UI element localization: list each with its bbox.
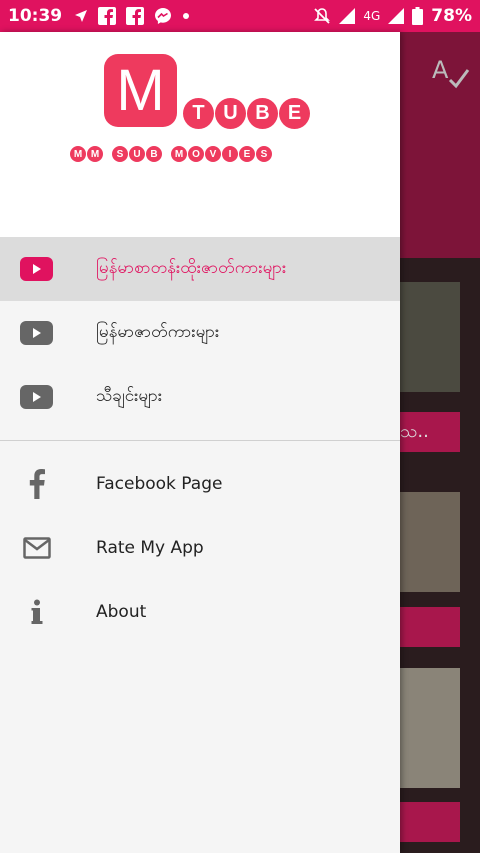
background-card[interactable] <box>400 492 460 592</box>
background-card-title[interactable] <box>400 802 460 842</box>
tagline-letter: E <box>239 146 255 162</box>
mail-icon <box>20 536 53 560</box>
signal-icon <box>339 8 356 24</box>
logo-tagline: M M S U B M O V I E S <box>70 146 272 162</box>
youtube-icon <box>20 257 53 281</box>
logo-letter: U <box>215 98 246 129</box>
menu-item-label: Rate My App <box>96 538 204 558</box>
notification-dot-icon <box>182 12 190 20</box>
facebook-icon <box>20 469 53 499</box>
menu-item-facebook-page[interactable]: Facebook Page <box>0 452 400 516</box>
do-not-disturb-icon <box>313 7 331 25</box>
menu-item-label: About <box>96 602 147 622</box>
tagline-letter: S <box>112 146 128 162</box>
tagline-letter: B <box>146 146 162 162</box>
logo-letter: T <box>183 98 214 129</box>
tagline-letter: M <box>171 146 187 162</box>
navigation-icon <box>74 9 88 23</box>
menu-item-label: သီချင်းများ <box>96 385 163 406</box>
status-bar: 10:39 4G 78% <box>0 0 480 32</box>
tagline-letter: O <box>188 146 204 162</box>
navigation-drawer: M T U B E M M S U B M O V I E S မြန်မာစာ… <box>0 32 400 853</box>
tagline-letter: V <box>205 146 221 162</box>
menu-item-label: Facebook Page <box>96 474 223 494</box>
info-icon <box>20 599 53 624</box>
menu-item-about[interactable]: About <box>0 580 400 644</box>
status-time: 10:39 <box>8 6 63 26</box>
tagline-letter: U <box>129 146 145 162</box>
youtube-icon <box>20 385 53 409</box>
menu-item-myanmar-subtitled-movies[interactable]: မြန်မာစာတန်းထိုးဇာတ်ကားများ <box>0 237 400 301</box>
youtube-icon <box>20 321 53 345</box>
background-app: A သ.. <box>400 32 480 853</box>
background-card[interactable] <box>400 282 460 392</box>
signal-icon-2 <box>388 8 405 24</box>
background-card-title[interactable] <box>400 607 460 647</box>
text-format-icon[interactable]: A <box>430 52 470 96</box>
battery-icon <box>412 7 424 25</box>
menu-divider <box>0 440 400 441</box>
background-toolbar: A <box>400 32 480 258</box>
facebook-notification-icon-2 <box>126 7 145 25</box>
menu-item-label: မြန်မာဇာတ်ကားများ <box>96 321 220 342</box>
background-card[interactable] <box>400 668 460 788</box>
logo-m-mark: M <box>104 54 177 127</box>
menu-item-rate-my-app[interactable]: Rate My App <box>0 516 400 580</box>
menu-item-myanmar-movies[interactable]: မြန်မာဇာတ်ကားများ <box>0 301 400 365</box>
drawer-header: M T U B E M M S U B M O V I E S <box>0 32 400 237</box>
tagline-letter: M <box>70 146 86 162</box>
menu-item-songs[interactable]: သီချင်းများ <box>0 365 400 429</box>
messenger-icon <box>154 7 172 25</box>
tagline-letter: M <box>87 146 103 162</box>
tagline-letter: S <box>256 146 272 162</box>
battery-percent: 78% <box>431 6 472 26</box>
tagline-letter: I <box>222 146 238 162</box>
menu-item-label: မြန်မာစာတန်းထိုးဇာတ်ကားများ <box>96 257 287 278</box>
facebook-notification-icon <box>98 7 117 25</box>
svg-text:A: A <box>432 56 449 84</box>
background-card-title[interactable]: သ.. <box>400 412 460 452</box>
network-type: 4G <box>363 9 381 23</box>
logo-letter: B <box>247 98 278 129</box>
logo-word: T U B E <box>183 98 310 129</box>
logo-letter: E <box>279 98 310 129</box>
